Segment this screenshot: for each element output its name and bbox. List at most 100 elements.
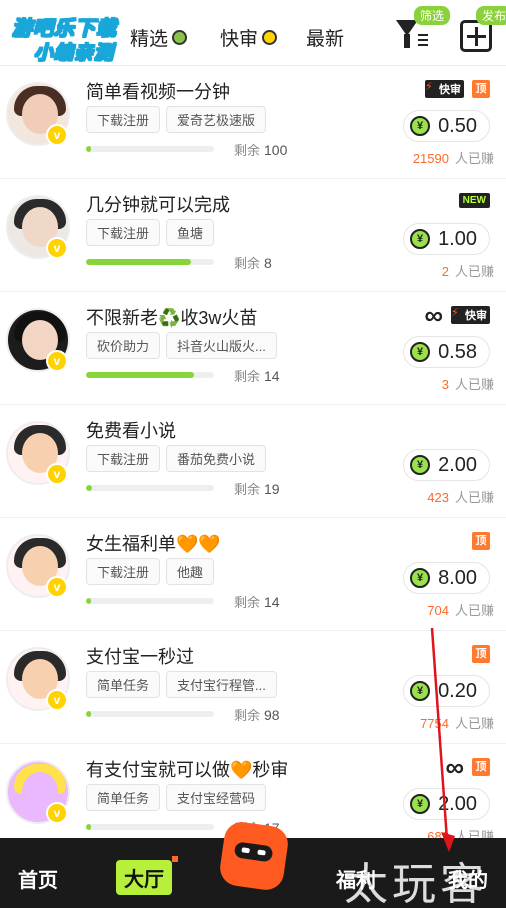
- earned-label: 人已赚: [454, 490, 494, 505]
- tab-label: 快审: [220, 29, 259, 50]
- tab-label: 最新: [306, 29, 345, 50]
- task-badges: ∞ 顶: [445, 752, 490, 782]
- earned-label: 人已赚: [454, 151, 494, 166]
- task-title: 简单看视频一分钟: [86, 82, 230, 102]
- remain-value: 19: [264, 481, 280, 497]
- center-mascot-button[interactable]: [217, 819, 291, 893]
- task-tag: 鱼塘: [166, 219, 215, 246]
- badge-ding: 顶: [472, 758, 490, 776]
- filter-lines-icon: [418, 34, 428, 49]
- price-pill[interactable]: ¥ 0.20: [403, 675, 490, 707]
- price-pill[interactable]: ¥ 0.50: [403, 110, 490, 142]
- task-tags: 下载注册 鱼塘: [86, 219, 215, 246]
- notification-dot: [172, 856, 178, 862]
- earned-number: 2: [441, 264, 449, 279]
- task-tags: 下载注册 番茄免费小说: [86, 445, 267, 472]
- price-pill[interactable]: ¥ 1.00: [403, 223, 490, 255]
- progress-fill: [86, 146, 92, 152]
- yen-icon: ¥: [410, 229, 431, 249]
- task-badges: 快审顶: [425, 80, 490, 98]
- task-badges: NEW: [458, 193, 490, 208]
- earned-number: 423: [427, 490, 449, 505]
- task-item[interactable]: v 免费看小说 下载注册 番茄免费小说 剩余 19 ¥ 2.00 423 人已赚: [0, 405, 506, 518]
- earned-count: 21590 人已赚: [413, 148, 494, 167]
- badge-ding: 顶: [472, 532, 490, 550]
- task-item[interactable]: v 简单看视频一分钟 下载注册爱奇艺极速版 剩余100 快审顶 ¥ 0.50 2…: [0, 66, 506, 179]
- task-tag: 简单任务: [86, 671, 161, 698]
- earned-number: 21590: [412, 151, 449, 166]
- watermark-line-1: 游吧乐下载: [12, 18, 117, 41]
- nav-hall[interactable]: 大厅: [116, 856, 178, 895]
- remain-count: 剩余 8: [234, 253, 272, 272]
- task-tag: 下载注册: [86, 219, 161, 246]
- filter-button[interactable]: 筛选: [394, 6, 451, 60]
- publish-button[interactable]: 发布: [456, 6, 506, 60]
- earned-count: 7754 人已赚: [420, 713, 494, 732]
- task-tag: 番茄免费小说: [166, 445, 267, 472]
- tab-kuaishen[interactable]: 快审: [220, 24, 278, 51]
- remain-label: 剩余: [234, 369, 261, 384]
- task-badges: 顶: [472, 532, 490, 550]
- progress-bar: [86, 146, 214, 152]
- task-item[interactable]: v 女生福利单🧡🧡 下载注册 他趣 剩余 14 顶 ¥ 8.00 704 人已赚: [0, 518, 506, 631]
- bottom-nav: 首页 大厅 福利 我的 太玩客: [0, 819, 506, 908]
- verified-icon: v: [46, 463, 68, 485]
- earned-count: 704 人已赚: [427, 600, 494, 619]
- ninja-mask-icon: [233, 841, 274, 863]
- price-pill[interactable]: ¥ 8.00: [403, 562, 490, 594]
- yen-icon: ¥: [410, 568, 431, 588]
- task-badges: ∞ 快审: [424, 300, 490, 330]
- task-tag: 简单任务: [86, 784, 161, 811]
- task-item[interactable]: v 不限新老♻️收3w火苗 砍价助力抖音火山版火... 剩余14 ∞ 快审 ¥ 0…: [0, 292, 506, 405]
- badge-kuaishen: 快审: [425, 80, 464, 98]
- price-value: 2.00: [438, 792, 477, 815]
- task-item[interactable]: v 几分钟就可以完成 下载注册 鱼塘 剩余 8 NEW ¥ 1.00 2 人已赚: [0, 179, 506, 292]
- price-value: 8.00: [438, 566, 477, 589]
- task-tags: 简单任务 支付宝行程管...: [86, 671, 277, 698]
- task-tag: 下载注册: [86, 558, 161, 585]
- task-title: 有支付宝就可以做🧡秒审: [86, 760, 289, 780]
- task-tag: 下载注册: [86, 445, 161, 472]
- nav-home[interactable]: 首页: [18, 864, 58, 893]
- progress-fill: [86, 711, 92, 717]
- tab-zuixin[interactable]: 最新: [306, 24, 344, 51]
- remain-count: 剩余 19: [234, 479, 280, 498]
- task-tag: 支付宝行程管...: [166, 671, 277, 698]
- price-pill[interactable]: ¥ 2.00: [403, 449, 490, 481]
- progress-fill: [86, 824, 92, 830]
- badge-ding: 顶: [472, 645, 490, 663]
- filter-pill: 筛选: [414, 6, 451, 25]
- price-value: 1.00: [438, 227, 477, 250]
- task-title: 不限新老♻️收3w火苗: [86, 308, 258, 328]
- remain-value: 100: [264, 142, 288, 158]
- task-tags: 下载注册 爱奇艺极速版: [86, 106, 267, 133]
- price-pill[interactable]: ¥ 2.00: [403, 788, 490, 820]
- yen-icon: ¥: [410, 342, 431, 362]
- price-pill[interactable]: ¥ 0.58: [403, 336, 490, 368]
- task-tag: 他趣: [166, 558, 215, 585]
- task-tag: 爱奇艺极速版: [166, 106, 267, 133]
- task-item[interactable]: v 支付宝一秒过 简单任务 支付宝行程管... 剩余 98 顶 ¥ 0.20 775…: [0, 631, 506, 744]
- remain-value: 98: [264, 707, 280, 723]
- tab-jingxuan[interactable]: 精选: [130, 24, 188, 51]
- earned-count: 2 人已赚: [442, 261, 494, 280]
- yen-icon: ¥: [410, 455, 431, 475]
- earned-number: 7754: [420, 716, 449, 731]
- eye-icon: [257, 849, 266, 856]
- earned-label: 人已赚: [454, 603, 494, 618]
- verified-icon: v: [46, 576, 68, 598]
- earned-count: 3 人已赚: [442, 374, 494, 393]
- earned-label: 人已赚: [454, 377, 494, 392]
- price-value: 0.50: [438, 114, 477, 137]
- remain-count: 剩余 14: [234, 366, 280, 385]
- task-tag: 抖音火山版火...: [166, 332, 277, 359]
- earned-number: 3: [441, 377, 449, 392]
- badge-infinite: ∞: [445, 752, 464, 782]
- remain-count: 剩余 14: [234, 592, 280, 611]
- task-tag: 砍价助力: [86, 332, 161, 359]
- badge-infinite: ∞: [424, 300, 443, 330]
- tab-label: 精选: [130, 29, 169, 50]
- earned-label: 人已赚: [454, 716, 494, 731]
- verified-icon: v: [46, 124, 68, 146]
- yen-icon: ¥: [410, 681, 431, 701]
